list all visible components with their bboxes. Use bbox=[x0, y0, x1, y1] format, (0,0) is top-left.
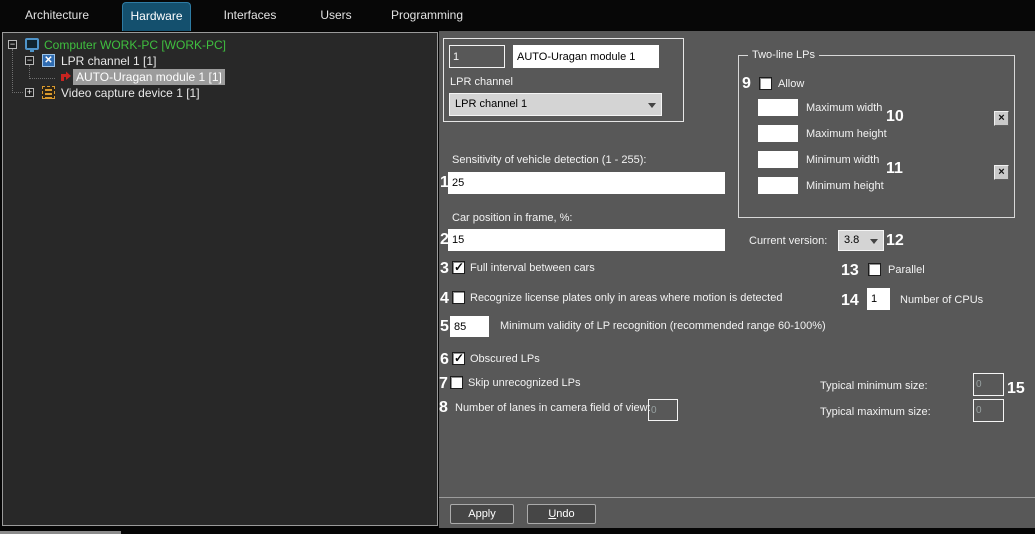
parallel-label: Parallel bbox=[888, 264, 925, 277]
parallel-checkbox[interactable] bbox=[868, 263, 881, 276]
object-id-field[interactable] bbox=[449, 45, 505, 68]
uragan-module-icon bbox=[59, 70, 72, 83]
callout-11: 11 bbox=[886, 161, 903, 177]
callout-9: 9 bbox=[742, 76, 751, 92]
uragan-settings-panel: LPR channel LPR channel 1 Sensitivity of… bbox=[439, 31, 1035, 528]
callout-4: 4 bbox=[440, 291, 449, 307]
collapse-icon[interactable]: − bbox=[8, 40, 17, 49]
close-icon: × bbox=[998, 112, 1004, 124]
skip-unrecognized-label: Skip unrecognized LPs bbox=[468, 377, 581, 390]
recognize-motion-checkbox[interactable] bbox=[452, 291, 465, 304]
cpu-count-label: Number of CPUs bbox=[900, 294, 983, 307]
callout-5: 5 bbox=[440, 319, 449, 335]
video-capture-icon bbox=[42, 86, 55, 99]
typical-max-size-label: Typical maximum size: bbox=[820, 406, 931, 419]
obscured-lps-checkbox[interactable] bbox=[452, 352, 465, 365]
chevron-down-icon bbox=[870, 239, 878, 244]
obscured-lps-label: Obscured LPs bbox=[470, 353, 540, 366]
max-width-field[interactable] bbox=[758, 99, 798, 116]
allow-label: Allow bbox=[778, 78, 804, 91]
tab-programming[interactable]: Programming bbox=[385, 0, 469, 31]
lanes-label: Number of lanes in camera field of view: bbox=[455, 402, 651, 415]
min-width-label: Minimum width bbox=[806, 154, 879, 167]
min-height-field[interactable] bbox=[758, 177, 798, 194]
tab-hardware[interactable]: Hardware bbox=[122, 2, 191, 31]
lanes-field[interactable] bbox=[648, 399, 678, 421]
collapse-icon[interactable]: − bbox=[25, 56, 34, 65]
apply-button-label: Apply bbox=[468, 505, 496, 523]
sensitivity-field[interactable] bbox=[448, 172, 725, 194]
expand-icon[interactable]: + bbox=[25, 88, 34, 97]
two-line-lps-groupbox: Two-line LPs 9 Allow Maximum width Maxim… bbox=[738, 55, 1015, 218]
current-version-dropdown[interactable]: 3.8 bbox=[838, 230, 884, 251]
min-width-field[interactable] bbox=[758, 151, 798, 168]
tree-item-label[interactable]: LPR channel 1 [1] bbox=[61, 53, 156, 69]
undo-button-label: Undo bbox=[548, 505, 574, 523]
tree-item-label[interactable]: Video capture device 1 [1] bbox=[61, 85, 200, 101]
tree-row-computer[interactable]: − Computer WORK-PC [WORK-PC] bbox=[3, 37, 433, 53]
min-height-label: Minimum height bbox=[806, 180, 884, 193]
typical-max-size-field[interactable] bbox=[973, 399, 1004, 422]
undo-button[interactable]: Undo bbox=[527, 504, 596, 524]
app-window: Architecture Hardware Interfaces Users P… bbox=[0, 0, 1035, 534]
button-area-divider bbox=[439, 497, 1035, 498]
clear-min-size-button[interactable]: × bbox=[994, 165, 1009, 180]
identity-groupbox: LPR channel LPR channel 1 bbox=[443, 38, 684, 122]
lpr-channel-dropdown[interactable]: LPR channel 1 bbox=[449, 93, 662, 116]
apply-button[interactable]: Apply bbox=[450, 504, 514, 524]
callout-13: 13 bbox=[841, 263, 859, 279]
tree-item-label[interactable]: Computer WORK-PC [WORK-PC] bbox=[44, 37, 226, 53]
callout-8: 8 bbox=[439, 400, 448, 416]
callout-6: 6 bbox=[440, 352, 449, 368]
callout-14: 14 bbox=[841, 293, 859, 309]
max-height-label: Maximum height bbox=[806, 128, 887, 141]
clear-max-size-button[interactable]: × bbox=[994, 111, 1009, 126]
tree-item-label[interactable]: AUTO-Uragan module 1 [1] bbox=[73, 69, 225, 85]
lpr-channel-icon: ✕ bbox=[42, 54, 55, 67]
sensitivity-label: Sensitivity of vehicle detection (1 - 25… bbox=[452, 154, 646, 167]
tree-row-video-capture[interactable]: + Video capture device 1 [1] bbox=[3, 85, 433, 101]
allow-checkbox[interactable] bbox=[759, 77, 772, 90]
callout-10: 10 bbox=[886, 109, 904, 125]
tab-architecture[interactable]: Architecture bbox=[18, 0, 96, 31]
tree-row-lpr-channel[interactable]: − ✕ LPR channel 1 [1] bbox=[3, 53, 433, 69]
tab-users[interactable]: Users bbox=[303, 0, 369, 31]
current-version-value: 3.8 bbox=[844, 234, 859, 246]
two-line-lps-title: Two-line LPs bbox=[748, 49, 819, 61]
close-icon: × bbox=[998, 166, 1004, 178]
recognize-motion-label: Recognize license plates only in areas w… bbox=[470, 292, 782, 305]
car-position-label: Car position in frame, %: bbox=[452, 212, 572, 225]
full-interval-label: Full interval between cars bbox=[470, 262, 595, 275]
callout-15: 15 bbox=[1007, 381, 1025, 397]
chevron-down-icon bbox=[648, 103, 656, 108]
full-interval-checkbox[interactable] bbox=[452, 261, 465, 274]
car-position-field[interactable] bbox=[448, 229, 725, 251]
max-height-field[interactable] bbox=[758, 125, 798, 142]
callout-12: 12 bbox=[886, 233, 904, 249]
skip-unrecognized-checkbox[interactable] bbox=[450, 376, 463, 389]
max-width-label: Maximum width bbox=[806, 102, 882, 115]
callout-7: 7 bbox=[439, 376, 448, 392]
typical-min-size-label: Typical minimum size: bbox=[820, 380, 928, 393]
tree-row-uragan-module[interactable]: AUTO-Uragan module 1 [1] bbox=[3, 69, 433, 85]
callout-3: 3 bbox=[440, 261, 449, 277]
current-version-label: Current version: bbox=[749, 235, 827, 248]
min-validity-field[interactable] bbox=[450, 316, 489, 337]
lpr-channel-label: LPR channel bbox=[450, 76, 513, 89]
computer-icon bbox=[25, 38, 39, 50]
main-tab-bar: Architecture Hardware Interfaces Users P… bbox=[0, 0, 1035, 31]
object-name-field[interactable] bbox=[513, 45, 659, 68]
typical-min-size-field[interactable] bbox=[973, 373, 1004, 396]
cpu-count-field[interactable] bbox=[867, 288, 890, 310]
tab-interfaces[interactable]: Interfaces bbox=[212, 0, 288, 31]
min-validity-label: Minimum validity of LP recognition (reco… bbox=[500, 320, 826, 333]
lpr-channel-value: LPR channel 1 bbox=[455, 98, 527, 110]
hardware-tree-panel: − Computer WORK-PC [WORK-PC] − ✕ LPR cha… bbox=[2, 32, 438, 526]
